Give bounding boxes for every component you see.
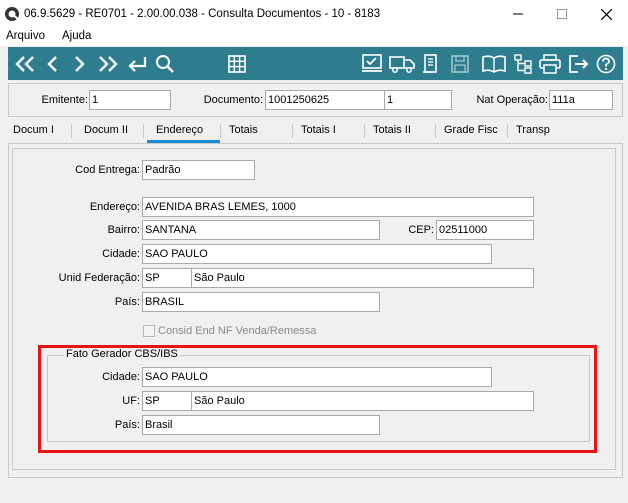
first-icon[interactable]	[13, 51, 37, 76]
uf-name-field: São Paulo	[191, 268, 534, 288]
bairro-label: Bairro:	[107, 224, 140, 236]
maximize-button[interactable]	[540, 0, 584, 28]
serie-field[interactable]: 1	[384, 90, 452, 110]
window-title: 06.9.5629 - RE0701 - 2.00.00.038 - Consu…	[24, 8, 381, 20]
next-icon[interactable]	[70, 51, 90, 76]
menu-ajuda[interactable]: Ajuda	[62, 30, 91, 42]
tab-totais-ii[interactable]: Totais II	[373, 124, 411, 136]
tab-divider	[507, 124, 508, 138]
status-bar	[0, 480, 628, 503]
menu-arquivo[interactable]: Arquivo	[6, 30, 45, 42]
tab-endereco[interactable]: Endereço	[156, 124, 203, 136]
emitente-label: Emitente:	[41, 94, 88, 106]
uf-code-field[interactable]: SP	[142, 268, 192, 288]
nat-operacao-label: Nat Operação:	[476, 94, 548, 106]
tab-divider	[220, 124, 221, 138]
tab-grade-fisc[interactable]: Grade Fisc	[444, 124, 498, 136]
print-icon[interactable]	[538, 51, 562, 76]
pais-label: País:	[114, 296, 140, 308]
cidade-field[interactable]: SAO PAULO	[142, 244, 492, 264]
tab-divider	[143, 124, 144, 138]
endereco-label: Endereço:	[89, 201, 140, 213]
tree-icon[interactable]	[513, 51, 533, 76]
tab-divider	[435, 124, 436, 138]
documento-label: Documento:	[203, 94, 263, 106]
tab-divider	[364, 124, 365, 138]
tab-totais[interactable]: Totais	[229, 124, 258, 136]
cep-label: CEP:	[408, 224, 434, 236]
scroll-icon[interactable]	[420, 51, 440, 76]
return-icon[interactable]	[125, 51, 149, 76]
minimize-button[interactable]	[496, 0, 540, 28]
maximize-icon	[557, 9, 567, 19]
close-icon	[600, 8, 612, 20]
application-window: 06.9.5629 - RE0701 - 2.00.00.038 - Consu…	[0, 0, 628, 503]
last-icon[interactable]	[96, 51, 120, 76]
tab-transp[interactable]: Transp	[516, 124, 550, 136]
exit-icon[interactable]	[567, 51, 591, 76]
cep-field[interactable]: 02511000	[436, 220, 534, 240]
tab-totais-i[interactable]: Totais I	[301, 124, 336, 136]
documento-field[interactable]: 1001250625	[265, 90, 385, 110]
tab-docum-ii[interactable]: Docum II	[84, 124, 128, 136]
checklist-icon[interactable]	[360, 51, 384, 76]
cod-entrega-field[interactable]: Padrão	[142, 160, 255, 180]
nat-operacao-field[interactable]: 111a	[549, 90, 613, 110]
grid-icon[interactable]	[226, 51, 248, 76]
tab-divider	[71, 124, 72, 138]
tab-divider	[292, 124, 293, 138]
cod-entrega-label: Cod Entrega:	[75, 164, 140, 176]
search-icon[interactable]	[154, 51, 176, 76]
toolbar	[8, 47, 623, 80]
pais-field[interactable]: BRASIL	[142, 292, 380, 312]
cidade-label: Cidade:	[102, 248, 140, 260]
book-icon[interactable]	[481, 51, 507, 76]
tab-docum-i[interactable]: Docum I	[13, 124, 54, 136]
tab-strip: Docum I Docum II Endereço Totais Totais …	[8, 120, 623, 142]
app-logo-icon	[4, 6, 20, 22]
consid-end-checkbox[interactable]	[143, 325, 155, 337]
consid-end-label: Consid End NF Venda/Remessa	[158, 325, 317, 337]
endereco-field[interactable]: AVENIDA BRAS LEMES, 1000	[142, 197, 534, 217]
save-icon[interactable]	[450, 51, 470, 76]
help-icon[interactable]	[595, 51, 617, 76]
highlight-box	[38, 345, 597, 453]
truck-icon[interactable]	[388, 51, 416, 76]
close-button[interactable]	[584, 0, 628, 28]
emitente-field[interactable]: 1	[89, 90, 171, 110]
previous-icon[interactable]	[42, 51, 62, 76]
minimize-icon	[513, 13, 523, 15]
title-bar: 06.9.5629 - RE0701 - 2.00.00.038 - Consu…	[0, 0, 628, 28]
unid-federacao-label: Unid Federação:	[58, 272, 140, 284]
bairro-field[interactable]: SANTANA	[142, 220, 380, 240]
menu-bar: Arquivo Ajuda	[0, 28, 628, 46]
